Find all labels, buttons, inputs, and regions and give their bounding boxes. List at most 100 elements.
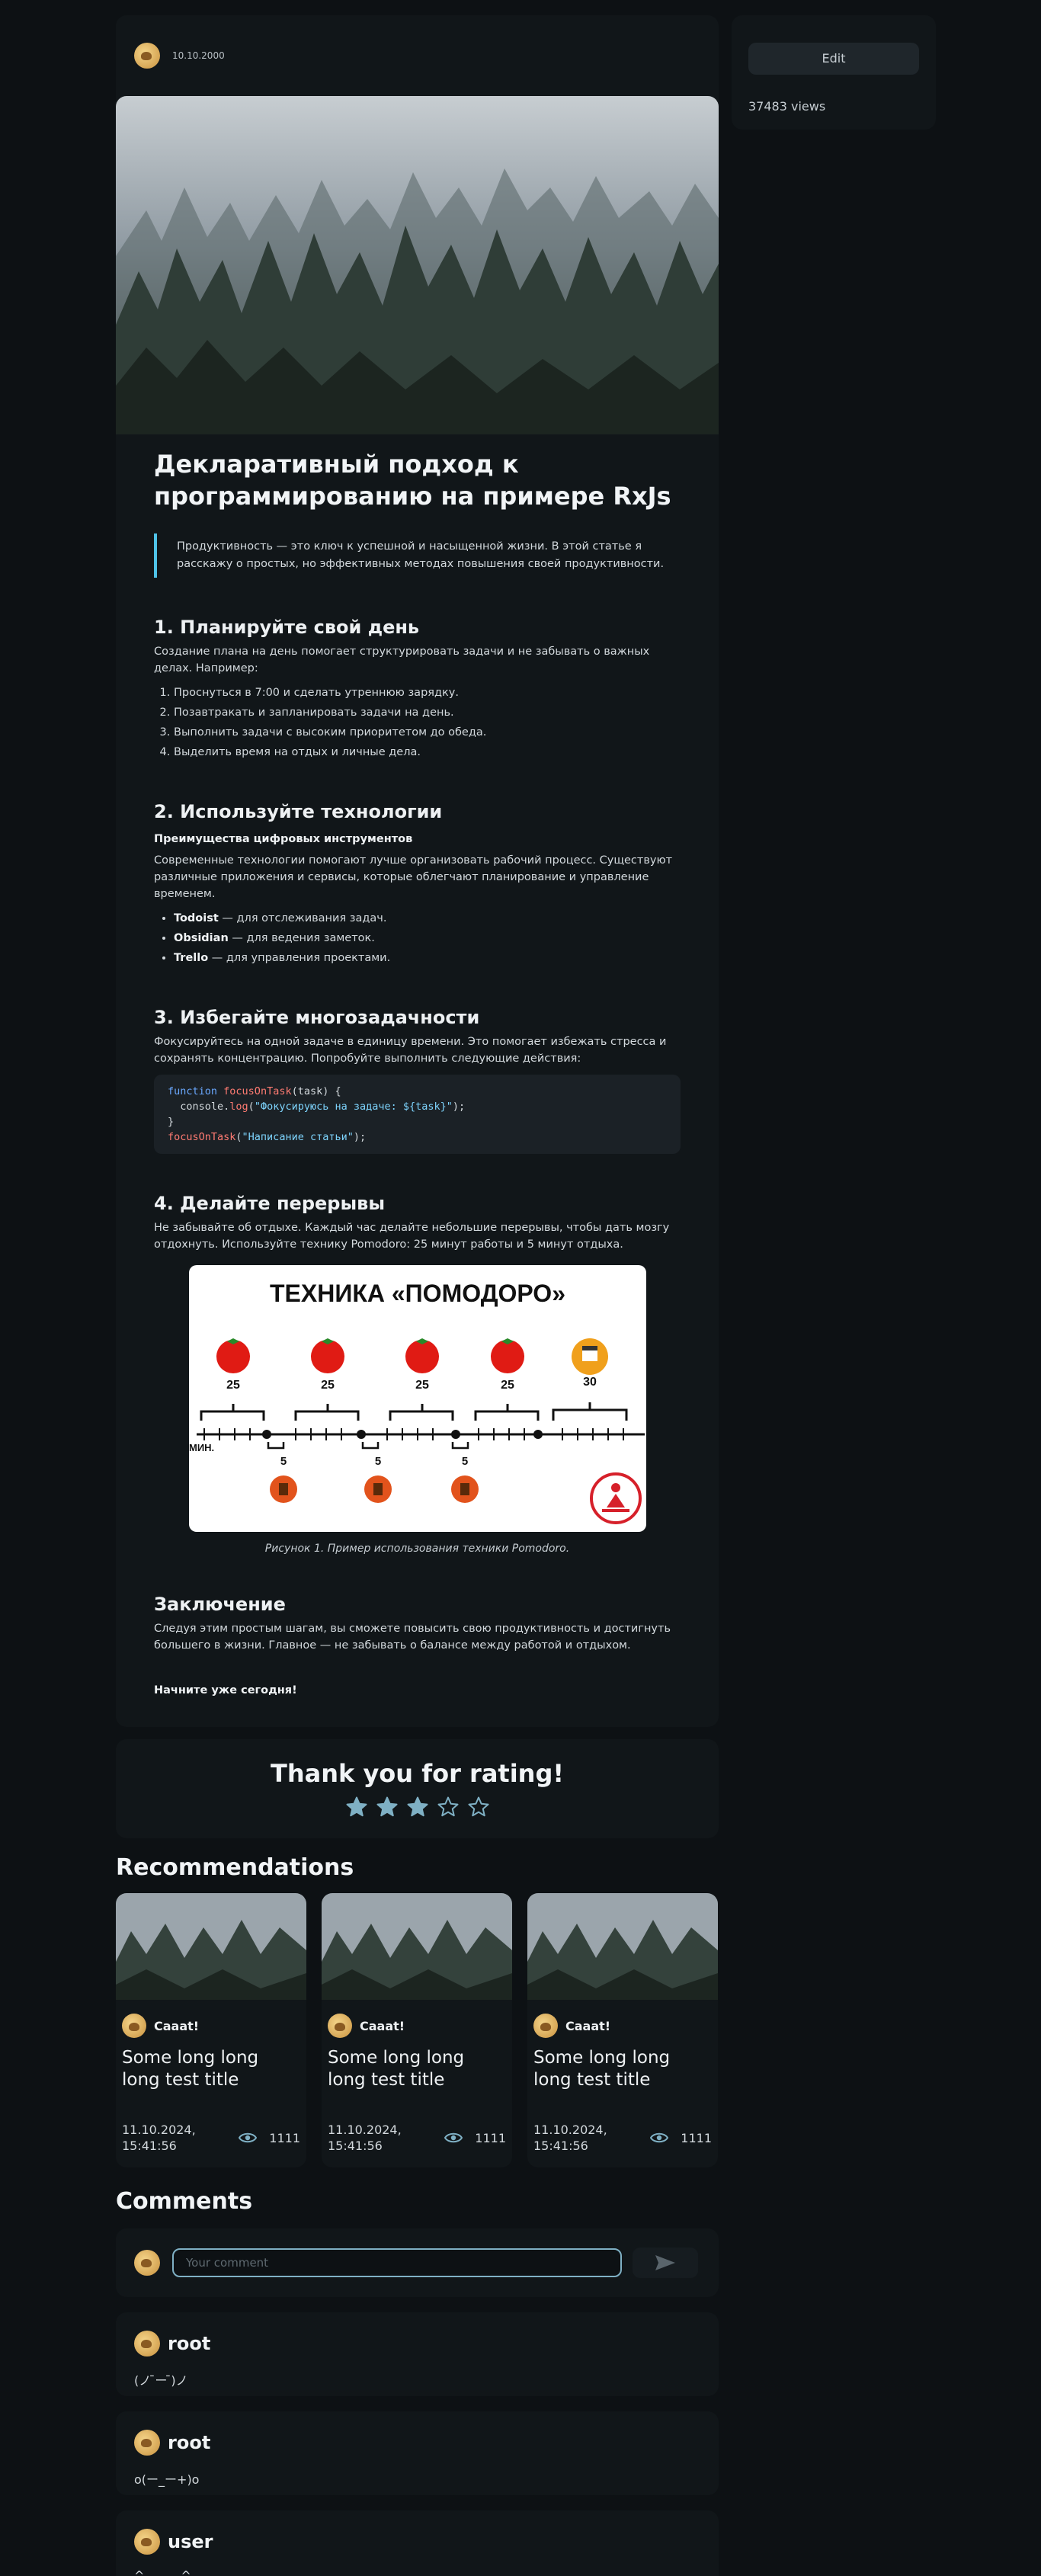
eye-icon (239, 2132, 258, 2143)
work-durations: 25 25 25 25 30 (226, 1376, 597, 1392)
author-avatar[interactable] (134, 43, 160, 69)
section-text: Создание плана на день помогает структур… (154, 646, 650, 674)
plan-list: Проснуться в 7:00 и сделать утреннюю зар… (154, 683, 681, 762)
send-icon (655, 2255, 675, 2270)
code-block: function focusOnTask(task) { console.log… (154, 1075, 681, 1154)
pomodoro-illustration: ТЕХНИКА «ПОМОДОРО» 25 25 25 25 30 МИН. 5… (189, 1280, 645, 1524)
card-date: 11.10.2024, 15:41:56 (122, 2123, 196, 2153)
card-date: 11.10.2024, 15:41:56 (533, 2123, 607, 2153)
comment-item: root o(ー_ー+)o (116, 2411, 719, 2495)
svg-text:5: 5 (461, 1455, 467, 1468)
commenter-name[interactable]: root (168, 2333, 210, 2354)
tools-list: Todoist — для отслеживания задач. Obsidi… (154, 908, 681, 968)
section-heading: 4. Делайте перерывы (154, 1193, 386, 1214)
svg-text:30: 30 (583, 1376, 597, 1389)
star-filled-icon[interactable] (345, 1796, 368, 1818)
rest-brackets (267, 1442, 469, 1450)
eye-icon (444, 2132, 463, 2143)
author-avatar (328, 2014, 352, 2038)
code-line: function focusOnTask(task) { (168, 1085, 341, 1097)
section-heading: Заключение (154, 1594, 286, 1615)
article-header: 10.10.2000 (116, 15, 719, 96)
list-item: Obsidian — для ведения заметок. (174, 928, 681, 948)
recommendation-card[interactable]: Caaat! Some long long long test title 11… (116, 1893, 306, 2167)
article: 10.10.2000 Декларативный подход к програ… (116, 15, 719, 1727)
comment-text: (ノ ̄ー ̄)ノ (134, 2373, 188, 2388)
comment-header: root (134, 2331, 700, 2357)
edit-button[interactable]: Edit (748, 43, 919, 75)
list-item: Проснуться в 7:00 и сделать утреннюю зар… (174, 683, 681, 703)
author-name: Caaat! (360, 2018, 405, 2033)
recommendation-card[interactable]: Caaat! Some long long long test title 11… (527, 1893, 718, 2167)
card-footer: 11.10.2024, 15:41:56 1111 (533, 2122, 712, 2154)
comment-item: user ^______^ (116, 2510, 719, 2576)
card-views: 1111 (239, 2130, 300, 2146)
svg-text:25: 25 (226, 1379, 240, 1392)
tool-name: Todoist (174, 912, 219, 924)
star-empty-icon[interactable] (467, 1796, 490, 1818)
commenter-avatar[interactable] (134, 2529, 160, 2555)
card-author: Caaat! (122, 2014, 306, 2038)
rating-title: Thank you for rating! (271, 1759, 564, 1788)
star-filled-icon[interactable] (406, 1796, 429, 1818)
commenter-name[interactable]: root (168, 2432, 210, 2453)
recommendation-card[interactable]: Caaat! Some long long long test title 11… (322, 1893, 512, 2167)
code-line: focusOnTask("Написание статьи"); (168, 1131, 367, 1143)
tool-desc: — для управления проектами. (208, 952, 391, 964)
star-empty-icon[interactable] (437, 1796, 460, 1818)
svg-text:5: 5 (280, 1455, 286, 1468)
section-heading: 2. Используйте технологии (154, 801, 443, 822)
comment-text: o(ー_ー+)o (134, 2472, 200, 2487)
card-cover-image (322, 1893, 512, 2000)
send-button[interactable] (633, 2248, 698, 2278)
views-count: 1111 (475, 2130, 506, 2145)
commenter-avatar[interactable] (134, 2430, 160, 2456)
star-filled-icon[interactable] (376, 1796, 399, 1818)
tool-desc: — для ведения заметок. (228, 932, 375, 944)
card-views: 1111 (650, 2130, 712, 2146)
meditation-icon (589, 1472, 642, 1524)
views-count: 1111 (681, 2130, 712, 2145)
author-name: Caaat! (154, 2018, 200, 2033)
main-column: 10.10.2000 Декларативный подход к програ… (116, 15, 719, 2576)
card-author: Caaat! (328, 2014, 512, 2038)
article-body: Декларативный подход к программированию … (116, 448, 719, 1697)
svg-text:5: 5 (374, 1455, 380, 1468)
svg-text:25: 25 (501, 1379, 514, 1392)
card-cover-image (527, 1893, 718, 2000)
tool-name: Trello (174, 952, 209, 964)
comment-text: ^______^ (134, 2568, 191, 2576)
card-footer: 11.10.2024, 15:41:56 1111 (122, 2122, 300, 2154)
code-line: console.log("Фокусируюсь на задаче: ${ta… (168, 1101, 466, 1113)
list-item: Trello — для управления проектами. (174, 948, 681, 968)
comment-item: root (ノ ̄ー ̄)ノ (116, 2312, 719, 2396)
commenter-name[interactable]: user (168, 2531, 213, 2552)
section-heading: 3. Избегайте многозадачности (154, 1007, 480, 1028)
section-heading: 1. Планируйте свой день (154, 617, 420, 638)
time-unit-label: МИН. (189, 1442, 214, 1453)
call-to-action: Начните уже сегодня! (154, 1684, 297, 1697)
card-author: Caaat! (533, 2014, 718, 2038)
article-date: 10.10.2000 (172, 50, 225, 61)
list-item: Выполнить задачи с высоким приоритетом д… (174, 722, 681, 742)
card-title: Some long long long test title (533, 2048, 671, 2090)
list-item: Todoist — для отслеживания задач. (174, 908, 681, 928)
comment-composer (116, 2228, 719, 2297)
list-item: Позавтракать и запланировать задачи на д… (174, 703, 681, 722)
comment-input[interactable] (172, 2248, 622, 2277)
figure-title: ТЕХНИКА «ПОМОДОРО» (270, 1280, 565, 1307)
card-footer: 11.10.2024, 15:41:56 1111 (328, 2122, 506, 2154)
coffee-icons (269, 1475, 479, 1503)
card-views: 1111 (444, 2130, 506, 2146)
work-brackets (200, 1402, 627, 1421)
rest-durations: 5 5 5 (280, 1455, 467, 1468)
comments-heading: Comments (116, 2188, 253, 2215)
svg-text:25: 25 (415, 1379, 429, 1392)
commenter-avatar[interactable] (134, 2331, 160, 2357)
page: Edit 37483 views 10.10.2000 Декларативны… (0, 0, 1041, 2576)
code-line: } (168, 1116, 175, 1128)
card-date: 11.10.2024, 15:41:56 (328, 2123, 402, 2153)
section-subheading: Преимущества цифровых инструментов (154, 833, 413, 845)
section-text: Современные технологии помогают лучше ор… (154, 854, 673, 900)
article-lead-quote: Продуктивность — это ключ к успешной и н… (154, 533, 681, 578)
